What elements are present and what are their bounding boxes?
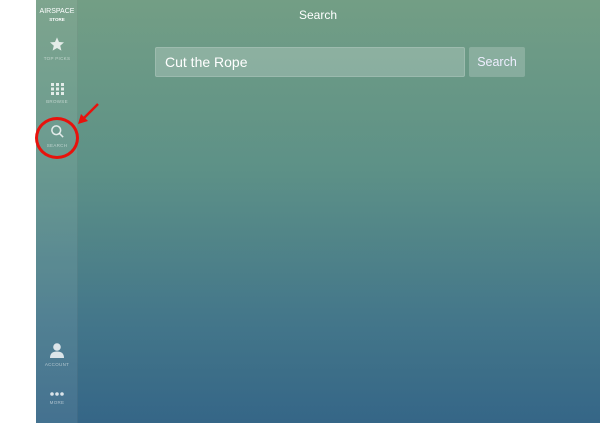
sidebar-item-browse[interactable]: BROWSE [36, 83, 78, 104]
star-icon [50, 37, 64, 51]
sidebar-item-label: MORE [49, 400, 65, 405]
sidebar-item-more[interactable]: MORE [36, 392, 78, 405]
page-title: Search [298, 8, 338, 22]
search-input[interactable]: Cut the Rope [155, 47, 465, 77]
sidebar-item-top-picks[interactable]: TOP PICKS [36, 36, 78, 61]
sidebar-item-account[interactable]: ACCOUNT [36, 343, 78, 367]
annotation-arrow-icon [78, 103, 99, 124]
sidebar: AIRSPACE STORE TOP PICKS BROWSE SEARCH AC… [36, 0, 78, 423]
person-icon [50, 343, 64, 358]
more-dots-icon [50, 392, 64, 396]
search-button[interactable]: Search [469, 47, 525, 77]
sidebar-item-label: TOP PICKS [43, 56, 71, 61]
sidebar-item-label: ACCOUNT [44, 362, 70, 367]
grid-icon [50, 83, 64, 95]
sidebar-item-label: BROWSE [46, 99, 68, 104]
annotation-circle [35, 117, 79, 159]
app-store-window: AIRSPACE STORE TOP PICKS BROWSE SEARCH AC… [36, 0, 600, 423]
